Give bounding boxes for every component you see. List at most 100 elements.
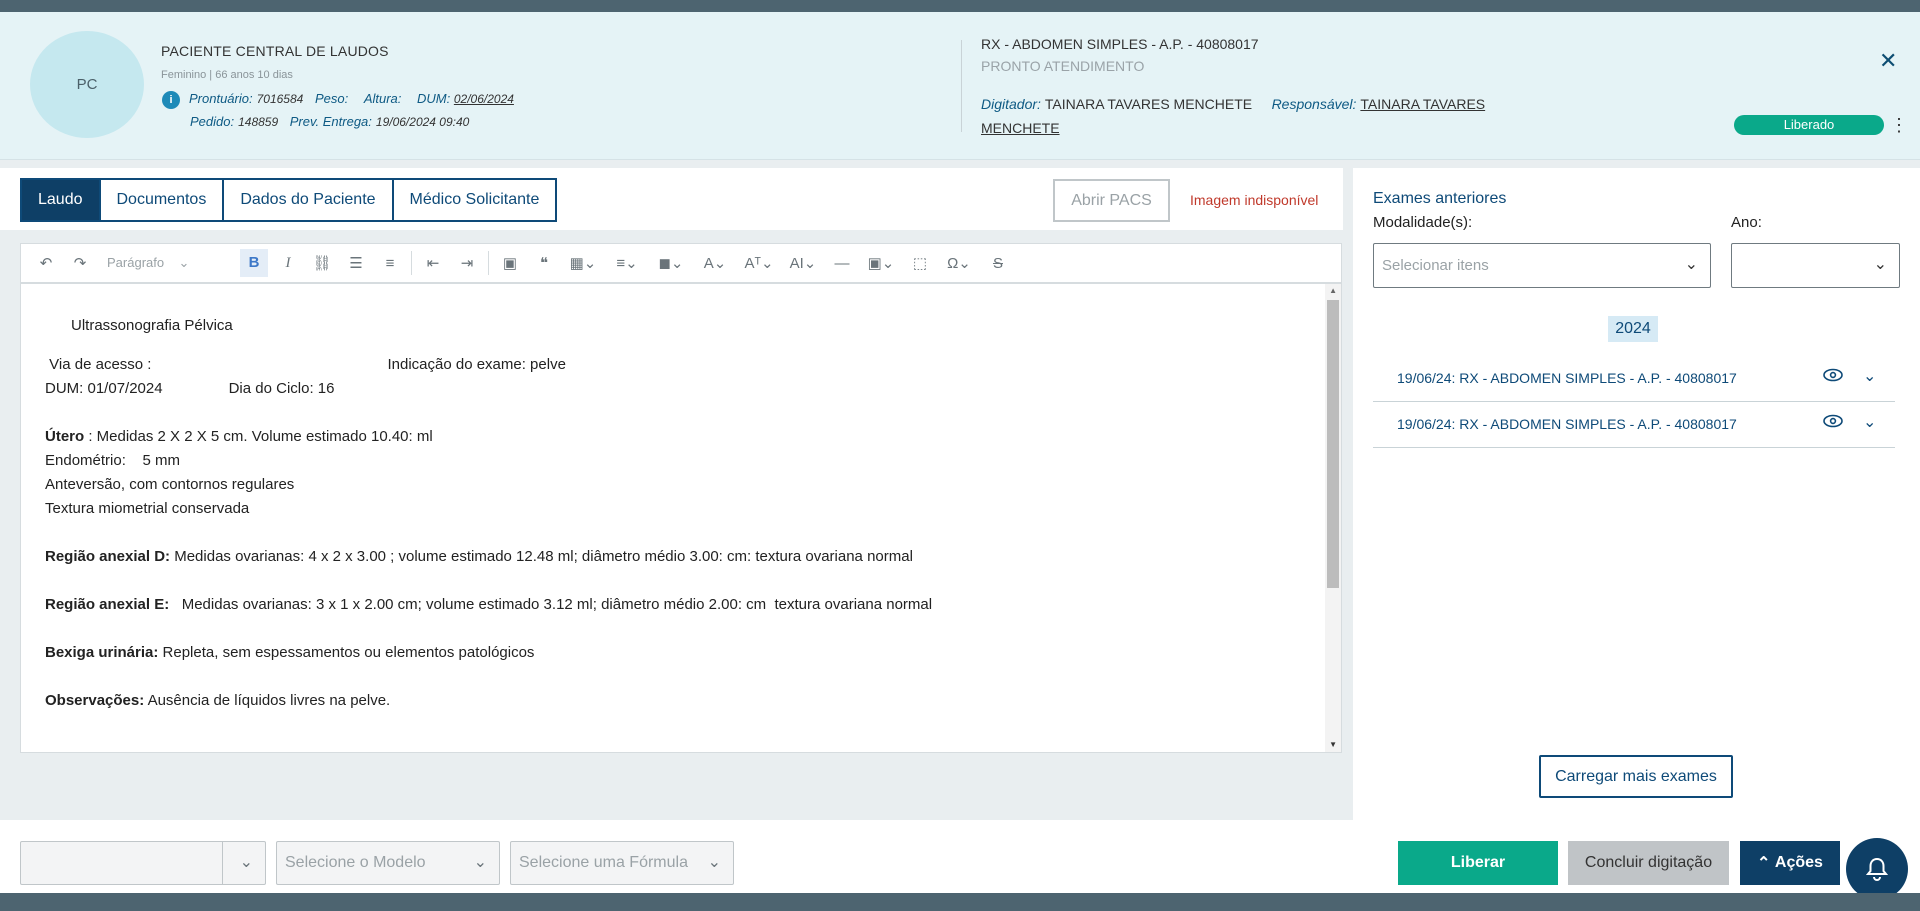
modalidade-select[interactable]: Selecionar itens ⌄ (1373, 243, 1711, 288)
quote-icon[interactable]: ❝ (527, 254, 561, 272)
year-group: 2024 (1608, 316, 1658, 342)
eye-icon[interactable] (1823, 414, 1843, 428)
formula-select[interactable]: Selecione uma Fórmula ⌄ (510, 841, 734, 885)
toolbar-separator (488, 251, 489, 275)
redo-icon[interactable]: ↷ (63, 254, 97, 272)
modelo-select[interactable]: Selecione o Modelo ⌄ (276, 841, 500, 885)
bold-icon[interactable]: B (240, 249, 268, 277)
digitador-label: Digitador: (981, 96, 1041, 112)
altura-label: Altura: (363, 91, 402, 106)
report-blank (45, 569, 1325, 593)
image-upload-icon[interactable]: ▣ (493, 254, 527, 272)
ano-label: Ano: (1731, 214, 1762, 231)
empty-select[interactable]: ⌄ (20, 841, 266, 885)
more-options-icon[interactable]: ⋮ (1890, 112, 1908, 138)
digitador-info: Digitador: TAINARA TAVARES MENCHETE Respo… (981, 92, 1521, 140)
modalidade-label: Modalidade(s): (1373, 214, 1473, 231)
bullet-list-icon[interactable]: ☰ (339, 254, 373, 272)
previous-exam-label[interactable]: 19/06/24: RX - ABDOMEN SIMPLES - A.P. - … (1397, 416, 1737, 432)
list-item[interactable]: 19/06/24: RX - ABDOMEN SIMPLES - A.P. - … (1373, 402, 1895, 448)
font-color-icon[interactable]: A⌄ (693, 254, 737, 272)
chevron-down-icon: ⌄ (239, 854, 253, 871)
pedido-value: 148859 (238, 115, 279, 129)
italic-icon[interactable]: I (271, 255, 305, 272)
undo-icon[interactable]: ↶ (29, 254, 63, 272)
patient-name: PACIENTE CENTRAL DE LAUDOS (161, 43, 389, 59)
anexial-d-text: Medidas ovarianas: 4 x 2 x 3.00 ; volume… (170, 548, 913, 565)
patient-subtitle: Feminino | 66 anos 10 dias (161, 69, 293, 81)
list-item[interactable]: 19/06/24: RX - ABDOMEN SIMPLES - A.P. - … (1373, 356, 1895, 402)
special-char-icon[interactable]: Ω⌄ (937, 254, 981, 272)
indicacao-exame: Indicação do exame: pelve (387, 356, 566, 373)
editor-scrollbar[interactable]: ▲ ▼ (1325, 284, 1341, 752)
case-icon[interactable]: AI⌄ (781, 254, 825, 272)
responsavel-label: Responsável: (1271, 96, 1357, 112)
editor-toolbar: ↶ ↷ Parágrafo ⌄ B I ⛓ ☰ ≡ ⇤ ⇥ ▣ ❝ ▦⌄ ≡⌄ … (20, 243, 1342, 283)
report-blank (45, 401, 1325, 425)
chevron-down-icon[interactable]: ⌄ (1863, 366, 1876, 386)
align-icon[interactable]: ≡⌄ (605, 254, 649, 272)
dum-label: DUM: (417, 91, 451, 106)
obs-text: Ausência de líquidos livres na pelve. (144, 692, 391, 709)
patient-line-2: Pedido: 148859 Prev. Entrega: 19/06/2024 0… (190, 114, 477, 129)
scroll-thumb[interactable] (1327, 300, 1339, 588)
tab-laudo[interactable]: Laudo (20, 178, 101, 222)
abrir-pacs-button[interactable]: Abrir PACS (1053, 179, 1170, 222)
scroll-down-icon[interactable]: ▼ (1329, 740, 1337, 749)
tab-medico-solicitante[interactable]: Médico Solicitante (391, 178, 558, 222)
numbered-list-icon[interactable]: ≡ (373, 255, 407, 272)
prev-entrega-value: 19/06/2024 09:40 (375, 115, 470, 129)
report-blank (45, 617, 1325, 641)
report-line: Textura miometrial conservada (45, 500, 250, 517)
font-size-icon[interactable]: Aᵀ⌄ (737, 254, 781, 272)
outdent-icon[interactable]: ⇤ (416, 254, 450, 272)
acoes-button[interactable]: ⌃ Ações (1740, 841, 1840, 885)
report-line: Região anexial D: Medidas ovarianas: 4 x… (45, 545, 1325, 569)
info-icon[interactable]: i (162, 91, 180, 109)
patient-header: PC PACIENTE CENTRAL DE LAUDOS Feminino |… (0, 12, 1920, 160)
table-icon[interactable]: ▦⌄ (561, 254, 605, 272)
avatar-initials: PC (76, 76, 98, 93)
horizontal-line-icon[interactable]: — (825, 255, 859, 272)
report-editor[interactable]: Ultrassonografia Pélvica Via de acesso :… (20, 283, 1342, 753)
status-badge: Liberado (1734, 115, 1884, 135)
load-more-button[interactable]: Carregar mais exames (1539, 755, 1733, 798)
previous-exam-label[interactable]: 19/06/24: RX - ABDOMEN SIMPLES - A.P. - … (1397, 370, 1737, 386)
exam-title: RX - ABDOMEN SIMPLES - A.P. - 40808017 (981, 36, 1259, 52)
via-acesso: Via de acesso : (45, 356, 152, 373)
utero-text: : Medidas 2 X 2 X 5 cm. Volume estimado … (84, 428, 433, 445)
report-line: Bexiga urinária: Repleta, sem espessamen… (45, 641, 1325, 665)
report-content: Ultrassonografia Pélvica Via de acesso :… (45, 314, 1325, 713)
indent-icon[interactable]: ⇥ (450, 254, 484, 272)
concluir-digitacao-button[interactable]: Concluir digitação (1568, 841, 1729, 885)
paragraph-select[interactable]: Parágrafo ⌄ (97, 255, 237, 271)
ano-select[interactable]: ⌄ (1731, 243, 1900, 288)
chevron-up-icon: ⌃ (1757, 855, 1775, 872)
report-line: Útero : Medidas 2 X 2 X 5 cm. Volume est… (45, 425, 1325, 449)
select-all-icon[interactable]: ⬚ (903, 254, 937, 272)
toolbar-separator (411, 251, 412, 275)
liberar-button[interactable]: Liberar (1398, 841, 1558, 885)
strikethrough-icon[interactable]: S (981, 255, 1015, 272)
anexial-e-label: Região anexial E: (45, 596, 170, 613)
link-icon[interactable]: ⛓ (305, 254, 339, 272)
report-blank (45, 665, 1325, 689)
bexiga-label: Bexiga urinária: (45, 644, 159, 661)
tab-documentos[interactable]: Documentos (98, 178, 225, 222)
scroll-up-icon[interactable]: ▲ (1329, 286, 1337, 295)
prev-entrega-label: Prev. Entrega: (289, 114, 372, 129)
avatar: PC (30, 31, 144, 138)
close-icon[interactable]: ✕ (1879, 48, 1897, 74)
dum-value[interactable]: 02/06/2024 (454, 92, 514, 106)
report-line: Região anexial E: Medidas ovarianas: 3 x… (45, 593, 1325, 617)
chevron-down-icon[interactable]: ⌄ (1863, 412, 1876, 432)
highlight-icon[interactable]: ◼⌄ (649, 254, 693, 272)
top-strip (0, 0, 1920, 12)
insert-image-icon[interactable]: ▣⌄ (859, 254, 903, 272)
eye-icon[interactable] (1823, 368, 1843, 382)
tab-dados-paciente[interactable]: Dados do Paciente (222, 178, 394, 222)
anexial-d-label: Região anexial D: (45, 548, 171, 565)
chevron-down-icon: ⌄ (1873, 256, 1887, 273)
bell-icon (1866, 857, 1888, 881)
notification-bell-icon[interactable] (1846, 838, 1908, 900)
